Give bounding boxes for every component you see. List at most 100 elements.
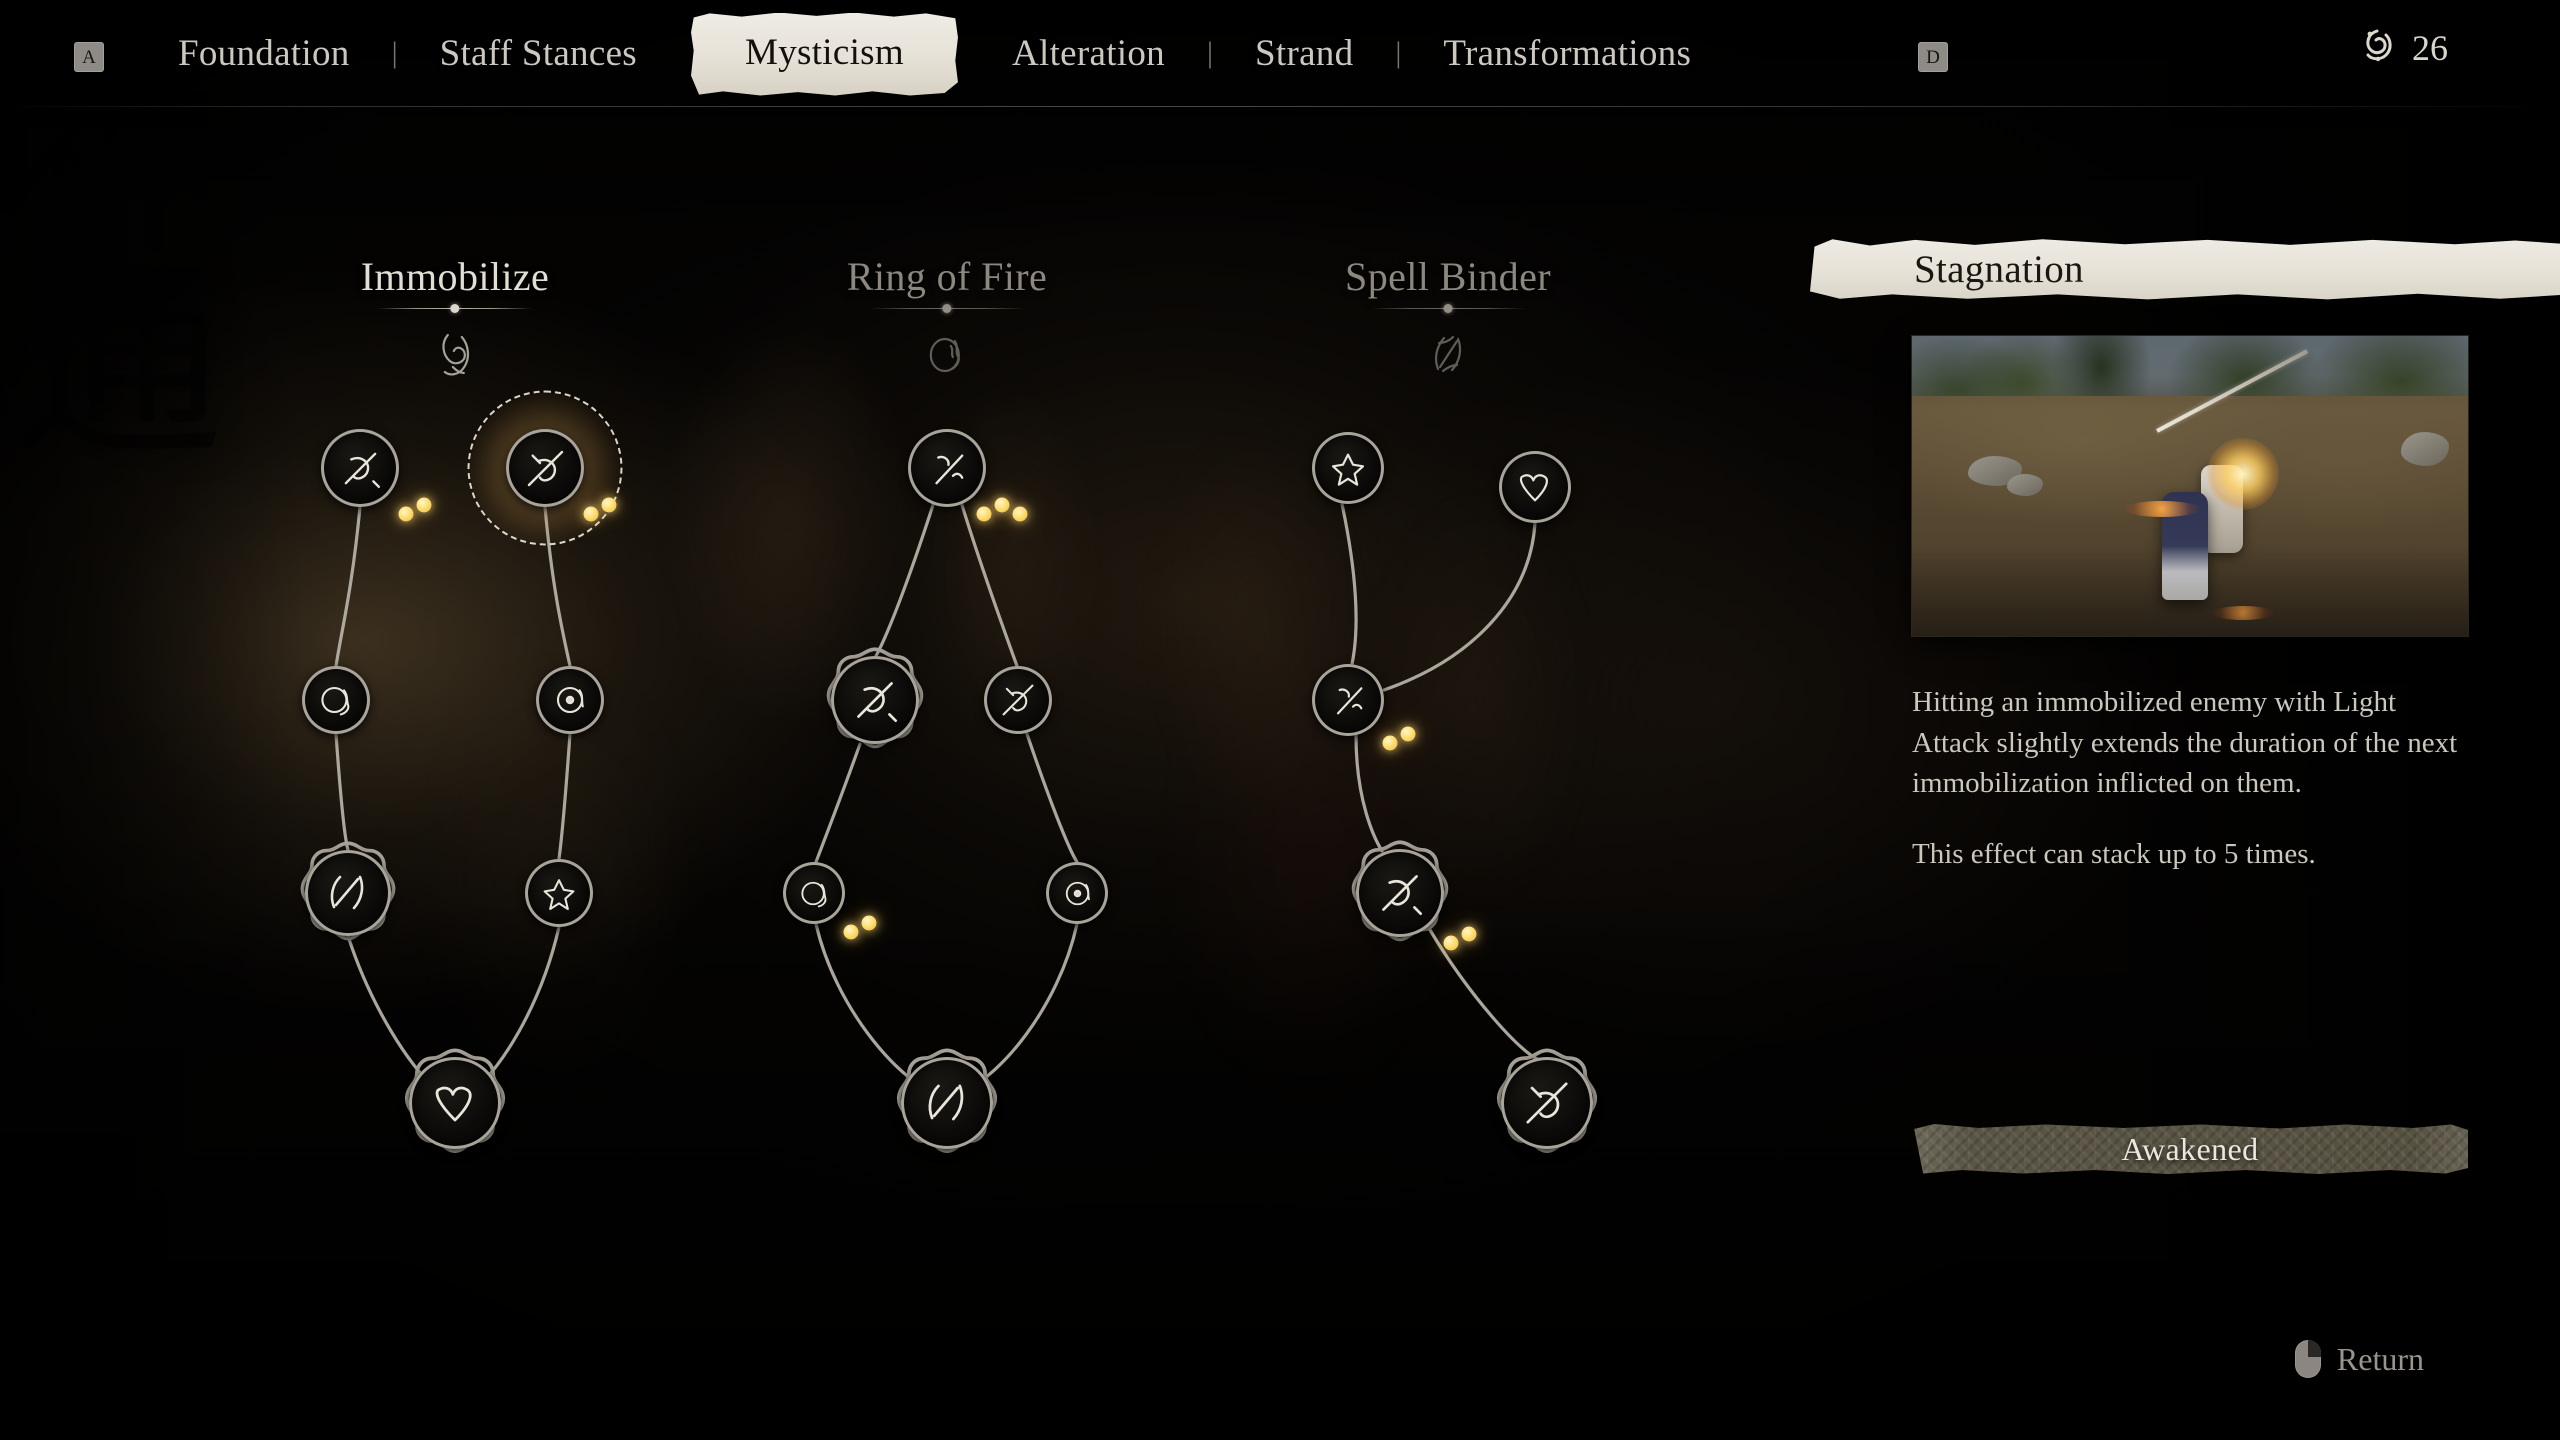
- immobilize-node-3[interactable]: [302, 666, 370, 734]
- mouse-right-click-icon: [2294, 1340, 2321, 1378]
- immobilize-node-5[interactable]: [300, 841, 396, 941]
- skill-detail-panel: Stagnation Hitting an immobilized enemy …: [1860, 238, 2560, 1174]
- return-hint[interactable]: Return: [2294, 1340, 2424, 1378]
- rank-pip: [1443, 935, 1459, 951]
- skill-description-line-2: This effect can stack up to 5 times.: [1912, 837, 2316, 870]
- node-rank-pips: [1443, 926, 1477, 951]
- node-rank-pips: [398, 497, 432, 522]
- ring-of-fire-node-3[interactable]: [984, 666, 1052, 734]
- rank-pip: [1012, 506, 1028, 522]
- nav-tab-label: Staff Stances: [439, 32, 638, 74]
- branch-rule-dot: [1443, 304, 1453, 313]
- branch-header-spell-binder[interactable]: Spell Binder: [1345, 253, 1551, 379]
- skill-description-line-1: Hitting an immobilized enemy with Light …: [1912, 686, 2458, 800]
- nav-divider-line: [0, 106, 2560, 107]
- ring-of-fire-node-1[interactable]: [908, 429, 986, 507]
- ring-of-fire-node-4[interactable]: [783, 862, 845, 924]
- node-disc: [1501, 1057, 1593, 1149]
- node-disc: [831, 656, 919, 744]
- spark-count: 26: [2412, 27, 2448, 68]
- skill-preview-image: [1912, 336, 2468, 636]
- nav-prev-key-badge[interactable]: A: [74, 42, 104, 72]
- skill-description: Hitting an immobilized enemy with Light …: [1912, 682, 2464, 874]
- node-disc: [908, 429, 986, 507]
- preview-grade-overlay: [1912, 336, 2468, 636]
- node-disc: [1312, 432, 1384, 504]
- nav-next-key-badge[interactable]: D: [1918, 42, 1948, 72]
- nav-tab-label: Foundation: [178, 32, 350, 74]
- spell-binder-capstone[interactable]: [1496, 1048, 1598, 1154]
- rank-pip: [994, 497, 1010, 513]
- node-disc: [536, 666, 604, 734]
- spell-binder-spell-icon: [1345, 329, 1551, 379]
- key-d-label: D: [1918, 42, 1948, 72]
- spell-binder-node-3[interactable]: [1312, 664, 1384, 736]
- branch-header-ring-of-fire[interactable]: Ring of Fire: [847, 253, 1047, 379]
- rank-pip: [398, 506, 414, 522]
- nav-tab-alteration[interactable]: Alteration: [984, 32, 1193, 75]
- spell-binder-node-4[interactable]: [1351, 840, 1449, 942]
- immobilize-spell-icon: [361, 329, 549, 379]
- branch-rule-immobilize: [361, 302, 549, 316]
- node-disc: [984, 666, 1052, 734]
- nav-separator: |: [391, 36, 398, 69]
- rank-pip: [843, 924, 859, 940]
- stagnation-node[interactable]: [467, 390, 623, 546]
- branch-title-spell-binder: Spell Binder: [1345, 254, 1551, 299]
- nav-tab-foundation[interactable]: Foundation: [150, 32, 378, 75]
- branch-title-ring-of-fire: Ring of Fire: [846, 254, 1048, 299]
- immobilize-node-1[interactable]: [321, 429, 399, 507]
- rank-pip: [583, 506, 599, 522]
- node-disc: [901, 1057, 993, 1149]
- node-disc: [525, 859, 593, 927]
- rank-pip: [1382, 735, 1398, 751]
- nav-tab-transformations[interactable]: Transformations: [1415, 32, 1719, 75]
- ring-of-fire-capstone[interactable]: [896, 1048, 998, 1154]
- immobilize-node-6[interactable]: [525, 859, 593, 927]
- nav-tab-label: Strand: [1255, 32, 1354, 74]
- ring-of-fire-node-5[interactable]: [1046, 862, 1108, 924]
- rank-pip: [976, 506, 992, 522]
- top-navigation-bar: A Foundation | Staff Stances Mysticism Alter…: [0, 0, 2560, 118]
- node-disc: [1499, 451, 1571, 523]
- nav-tab-label: Transformations: [1443, 32, 1692, 74]
- branch-header-immobilize[interactable]: Immobilize: [361, 253, 549, 379]
- rank-pip: [601, 497, 617, 513]
- node-disc: [305, 850, 391, 936]
- return-hint-label: Return: [2336, 1340, 2424, 1377]
- detail-title: Stagnation: [1914, 247, 2084, 291]
- nav-tab-label: Mysticism: [745, 31, 904, 73]
- spark-currency-counter: 26: [2354, 22, 2448, 73]
- nav-tab-staff-stances[interactable]: Staff Stances: [412, 32, 665, 75]
- node-disc: [321, 429, 399, 507]
- spark-swirl-icon: [2354, 22, 2400, 73]
- spell-binder-node-2[interactable]: [1499, 451, 1571, 523]
- rank-pip: [1400, 726, 1416, 742]
- nav-tab-mysticism[interactable]: Mysticism: [701, 21, 948, 86]
- node-disc: [506, 429, 584, 507]
- ring-of-fire-node-2[interactable]: [826, 647, 924, 749]
- branch-rule-spell-binder: [1345, 302, 1551, 316]
- node-disc: [1046, 862, 1108, 924]
- node-rank-pips: [976, 497, 1028, 522]
- key-a-label: A: [74, 42, 104, 72]
- nav-tab-strand[interactable]: Strand: [1227, 32, 1381, 75]
- nav-separator: |: [1206, 36, 1213, 69]
- node-disc: [783, 862, 845, 924]
- rank-pip: [1461, 926, 1477, 942]
- detail-title-banner: Stagnation: [1810, 238, 2560, 300]
- spell-binder-node-1[interactable]: [1312, 432, 1384, 504]
- rank-pip: [416, 497, 432, 513]
- node-rank-pips: [843, 915, 877, 940]
- branch-rule-dot: [450, 304, 460, 313]
- nav-tab-list: Foundation | Staff Stances Mysticism Alterat…: [150, 0, 1719, 106]
- ring-of-fire-spell-icon: [847, 329, 1047, 379]
- immobilize-capstone[interactable]: [404, 1048, 506, 1154]
- skill-status-badge[interactable]: Awakened: [1914, 1124, 2468, 1174]
- node-disc: [409, 1057, 501, 1149]
- node-disc: [302, 666, 370, 734]
- node-rank-pips: [583, 497, 617, 522]
- nav-separator: |: [1395, 36, 1402, 69]
- node-rank-pips: [1382, 726, 1416, 751]
- immobilize-node-4[interactable]: [536, 666, 604, 734]
